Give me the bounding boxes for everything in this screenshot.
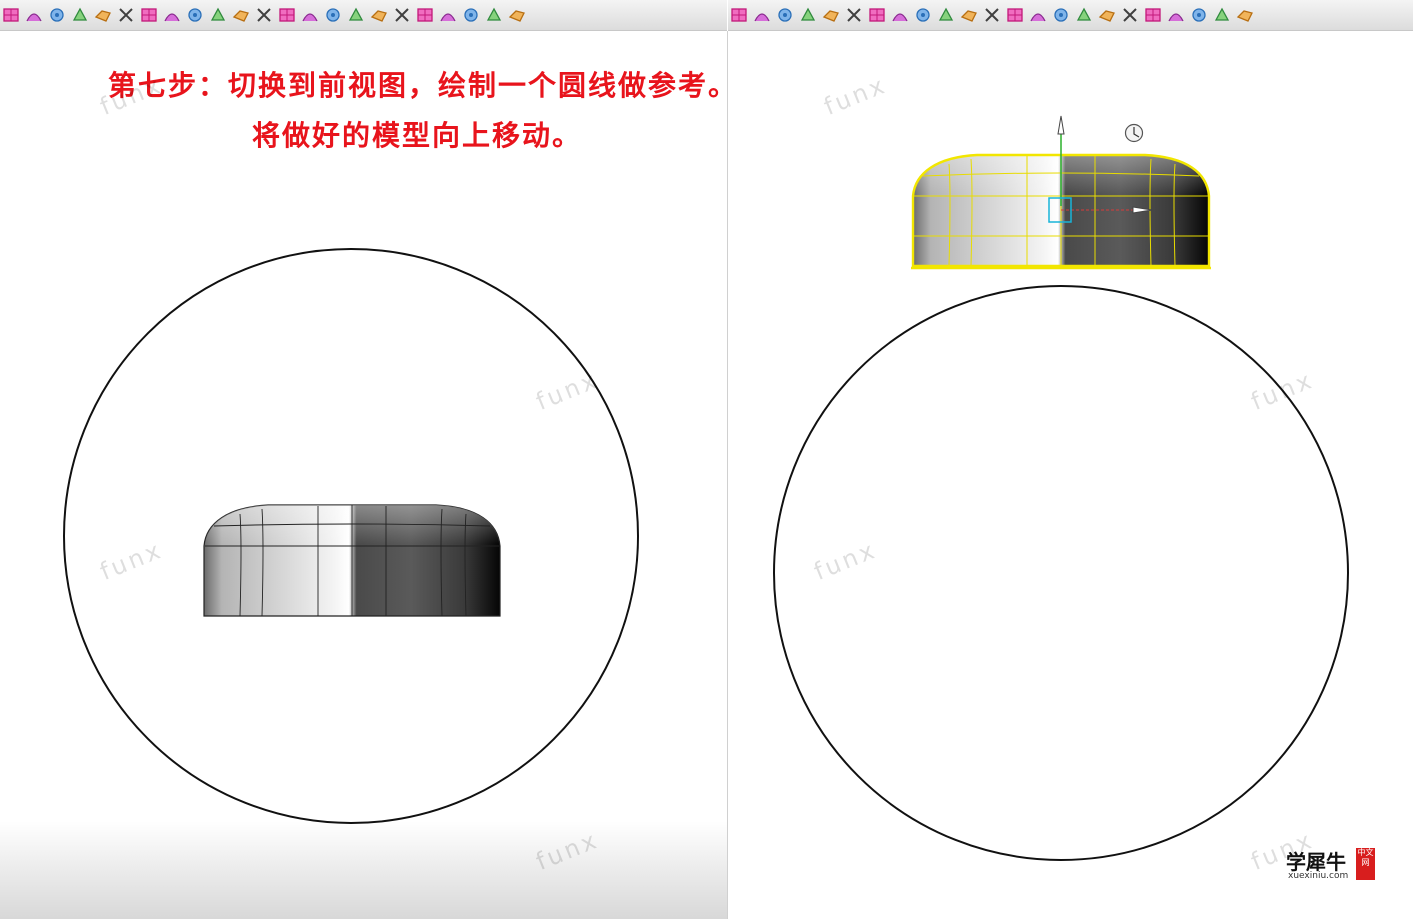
- logo-seal: 中文网: [1356, 848, 1375, 880]
- rotate-handle-icon[interactable]: [1124, 123, 1144, 143]
- logo-seal-text: 中文网: [1357, 848, 1374, 867]
- viewport-scene: [63, 115, 1349, 861]
- site-logo: 学犀牛 xuexiniu.com 中文网: [1286, 846, 1378, 884]
- cap-model-left[interactable]: [203, 504, 501, 617]
- reference-circle-right[interactable]: [773, 285, 1349, 861]
- caption-line-1: 第七步：切换到前视图，绘制一个圆线做参考。: [108, 69, 739, 102]
- logo-domain: xuexiniu.com: [1288, 871, 1349, 881]
- caption-line-2: 将做好的模型向上移动。: [252, 119, 583, 152]
